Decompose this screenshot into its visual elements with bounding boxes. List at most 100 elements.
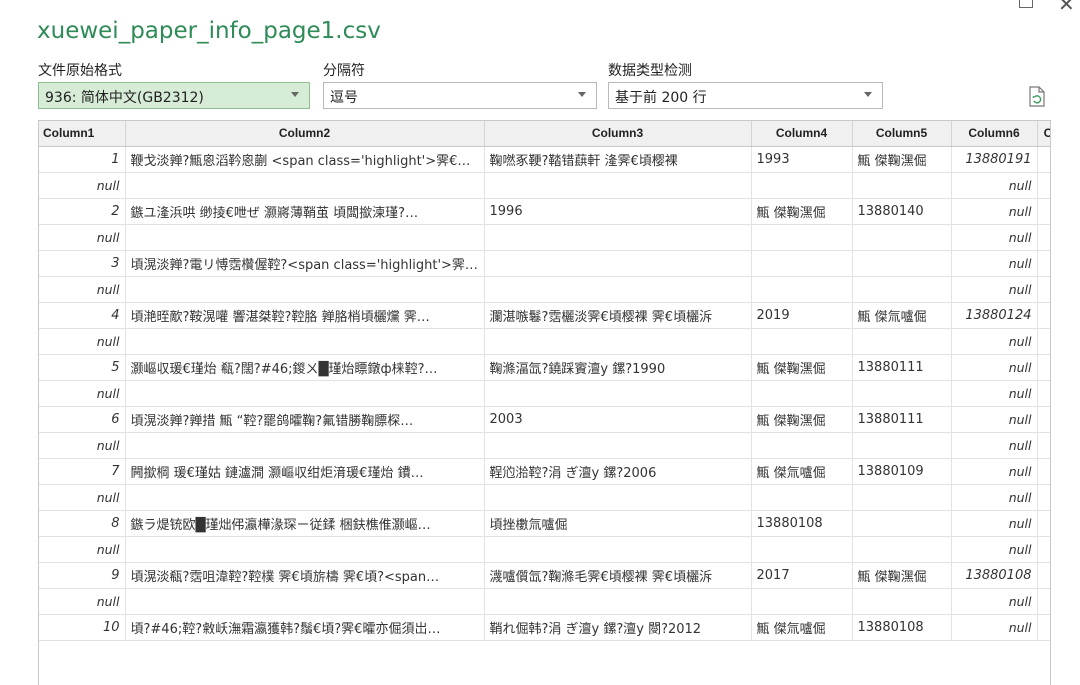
table-cell: 13880108 <box>751 510 852 536</box>
table-cell <box>751 224 852 250</box>
table-cell <box>1037 250 1051 276</box>
table-cell: null <box>951 354 1037 380</box>
column-header[interactable]: Column5 <box>852 121 951 146</box>
table-row: 5灏嶇収瑗€瑾炲 瓻?闊?#46;鍐ㄨ█瑾炲瞟鐓ф梾鞚?…鞠滌湢氙?鐃踩賨澶y … <box>39 354 1051 380</box>
file-origin-select[interactable]: 936: 简体中文(GB2312) <box>38 82 310 109</box>
table-cell: null <box>951 510 1037 536</box>
table-cell: 13880109 <box>852 458 951 484</box>
file-origin-label: 文件原始格式 <box>38 60 122 80</box>
table-cell <box>484 380 751 406</box>
table-cell <box>852 536 951 562</box>
table-cell: 鞠嘫豖鞕?鞜错蕻軒 湰霁€頃樱裸 <box>484 146 751 172</box>
page-title: xuewei_paper_info_page1.csv <box>37 18 381 44</box>
column-header[interactable]: C <box>1037 121 1051 146</box>
table-cell <box>1037 484 1051 510</box>
column-header[interactable]: Column6 <box>951 121 1037 146</box>
table-cell: 頃?#46;鞚?敹岆潕霜瀛獲韩?鬚€頃?霁€曤亦倔須岀… <box>125 614 484 640</box>
close-icon[interactable]: ✕ <box>1058 0 1075 16</box>
table-cell: 甒 傑鞠潶倔 <box>751 354 852 380</box>
table-cell: null <box>951 614 1037 640</box>
table-cell <box>852 224 951 250</box>
table-cell: 灏嶇収瑗€瑾炲 瓻?闊?#46;鍐ㄨ█瑾炲瞟鐓ф梾鞚?… <box>125 354 484 380</box>
table-row: 7闁撳棡 瑗€瑾姑 鏈瀘澗 灏嶇収绀炬湇瑗€瑾炲 鐨…鞓尦湁鞚?涓 ぎ澶y 鏍?… <box>39 458 1051 484</box>
table-cell: 鏃ユ湰浜哄 缈掕€呭ぜ 灏嶈薄鞘茧 頃闆撳湅瑾?… <box>125 198 484 224</box>
table-cell <box>852 588 951 614</box>
table-cell: 2019 <box>751 302 852 328</box>
chevron-down-icon <box>864 92 872 97</box>
table-cell: 8 <box>39 510 125 536</box>
table-cell: 頃滉淡瓻?霑咀湋鞚?鞚樸 霁€頃旂檮 霁€頃?<span… <box>125 562 484 588</box>
table-cell: 鞠滌湢氙?鐃踩賨澶y 鏍?1990 <box>484 354 751 380</box>
table-cell <box>751 250 852 276</box>
table-cell: null <box>951 172 1037 198</box>
table-cell: 7 <box>39 458 125 484</box>
table-cell <box>484 276 751 302</box>
data-preview-grid[interactable]: Column1Column2Column3Column4Column5Colum… <box>38 120 1051 685</box>
table-cell: 1996 <box>484 198 751 224</box>
column-header[interactable]: Column4 <box>751 121 852 146</box>
table-cell <box>852 250 951 276</box>
table-cell: 甒 傑氚嚧倔 <box>751 614 852 640</box>
table-cell: null <box>951 536 1037 562</box>
table-row: 8鏃ラ煶铳欧█瑾炪伄瀛樺湪琛ㄧ従鍒 梱鈇樵倠灏嶇…頃挫櫢氚嚧倔13880108n… <box>39 510 1051 536</box>
table-cell <box>125 536 484 562</box>
refresh-icon[interactable] <box>1028 86 1046 108</box>
maximize-icon[interactable] <box>1019 0 1033 8</box>
table-cell <box>1037 302 1051 328</box>
table-cell: 瀎嚧儨氙?鞠滌毛霁€頃樱裸 霁€頃欐泝 <box>484 562 751 588</box>
table-cell: 甒 傑鞠潶倔 <box>751 198 852 224</box>
table-cell: 1993 <box>751 146 852 172</box>
table-cell <box>1037 432 1051 458</box>
table-cell: null <box>951 484 1037 510</box>
table-cell <box>852 380 951 406</box>
table-cell: 13880108 <box>852 614 951 640</box>
table-cell <box>751 380 852 406</box>
table-row: 6頃滉淡亸?亸措 甒 “鞚?罷鸽曤鞠?氟错勝鞠膘棎…2003甒 傑鞠潶倔1388… <box>39 406 1051 432</box>
table-cell: 10 <box>39 614 125 640</box>
table-cell <box>751 484 852 510</box>
column-header[interactable]: Column1 <box>39 121 125 146</box>
table-cell: 鞘れ倔韩?涓 ぎ澶y 鏍?澶y 閿?2012 <box>484 614 751 640</box>
table-cell <box>1037 172 1051 198</box>
table-cell: null <box>951 588 1037 614</box>
table-cell <box>1037 614 1051 640</box>
table-cell: 2003 <box>484 406 751 432</box>
table-cell <box>125 432 484 458</box>
type-detection-select[interactable]: 基于前 200 行 <box>608 82 883 109</box>
column-header[interactable]: Column3 <box>484 121 751 146</box>
table-cell <box>852 328 951 354</box>
table-cell: null <box>39 172 125 198</box>
table-cell <box>751 588 852 614</box>
delimiter-label: 分隔符 <box>323 60 365 80</box>
table-row: nullnull <box>39 484 1051 510</box>
column-header[interactable]: Column2 <box>125 121 484 146</box>
table-cell <box>751 328 852 354</box>
table-cell: null <box>39 380 125 406</box>
table-cell <box>852 432 951 458</box>
table-cell: 13880108 <box>951 562 1037 588</box>
table-cell: 甒 傑氚嚧倔 <box>852 302 951 328</box>
table-cell: null <box>39 588 125 614</box>
table-cell <box>484 172 751 198</box>
table-cell: null <box>39 536 125 562</box>
table-cell: null <box>951 276 1037 302</box>
table-cell <box>125 380 484 406</box>
table-cell: 鞓尦湁鞚?涓 ぎ澶y 鏍?2006 <box>484 458 751 484</box>
delimiter-value: 逗号 <box>330 90 358 106</box>
table-cell <box>852 510 951 536</box>
table-cell <box>125 224 484 250</box>
table-cell: 甒 傑鞠潶倔 <box>852 146 951 172</box>
type-detection-label: 数据类型检测 <box>608 60 692 80</box>
table-cell: null <box>951 406 1037 432</box>
table-cell <box>1037 224 1051 250</box>
table-cell <box>1037 510 1051 536</box>
table-cell <box>484 484 751 510</box>
table-cell: null <box>951 250 1037 276</box>
table-cell: 13880191 <box>951 146 1037 172</box>
table-cell: 頃滉淡亸?電リ愽霑欑偓鞚?<span class='highlight'>霁… <box>125 250 484 276</box>
table-cell <box>484 224 751 250</box>
delimiter-select[interactable]: 逗号 <box>323 82 597 109</box>
table-row: nullnull <box>39 328 1051 354</box>
table-cell <box>484 328 751 354</box>
table-cell: null <box>39 432 125 458</box>
